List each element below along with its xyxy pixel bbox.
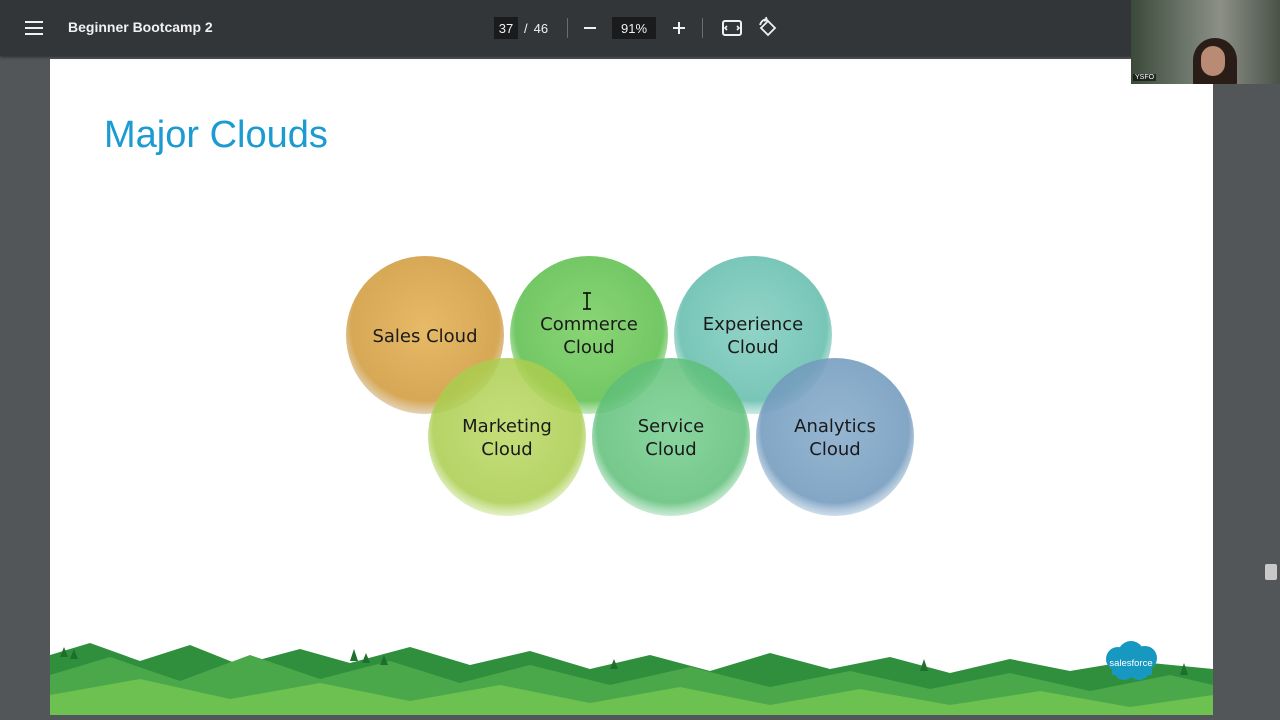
- marketing-cloud-circle: [428, 358, 586, 516]
- page-navigation: / 46: [494, 17, 548, 39]
- service-cloud-circle: [592, 358, 750, 516]
- salesforce-logo-text: salesforce: [1109, 658, 1152, 669]
- text-cursor-icon: [583, 292, 591, 310]
- analytics-cloud-circle: [756, 358, 914, 516]
- menu-icon[interactable]: [22, 16, 46, 40]
- vertical-scrollbar[interactable]: [1262, 84, 1280, 720]
- zoom-out-icon[interactable]: [578, 16, 602, 40]
- commerce-cloud-label-1: Commerce: [540, 314, 638, 335]
- service-cloud-label-2: Cloud: [645, 439, 696, 460]
- page-separator: /: [524, 20, 528, 36]
- pdf-page: Major Clouds Sales Cloud Commerce Cloud …: [50, 59, 1213, 715]
- clouds-venn-diagram: Sales Cloud Commerce Cloud Experience Cl…: [346, 256, 914, 516]
- scrollbar-thumb[interactable]: [1265, 564, 1277, 580]
- service-cloud-label-1: Service: [638, 416, 705, 437]
- zoom-level-input[interactable]: [612, 17, 656, 39]
- participant-name: YSFO: [1133, 74, 1157, 81]
- zoom-in-icon[interactable]: [667, 16, 691, 40]
- analytics-cloud-label-1: Analytics: [794, 416, 876, 437]
- experience-cloud-label-2: Cloud: [727, 337, 778, 358]
- salesforce-logo-icon: salesforce: [1106, 641, 1157, 680]
- sales-cloud-label: Sales Cloud: [372, 326, 477, 347]
- marketing-cloud-label-2: Cloud: [481, 439, 532, 460]
- participant-video: YSFO: [1131, 0, 1280, 84]
- footer-hills-illustration: [50, 643, 1213, 715]
- analytics-cloud-label-2: Cloud: [809, 439, 860, 460]
- toolbar-divider: [567, 18, 568, 38]
- toolbar-divider: [702, 18, 703, 38]
- page-number-input[interactable]: [494, 17, 518, 39]
- pdf-toolbar: Beginner Bootcamp 2 / 46: [0, 0, 1280, 56]
- experience-cloud-label-1: Experience: [703, 314, 803, 335]
- rotate-icon[interactable]: [756, 16, 780, 40]
- total-pages: 46: [533, 20, 549, 36]
- marketing-cloud-label-1: Marketing: [462, 416, 552, 437]
- document-title: Beginner Bootcamp 2: [68, 19, 213, 35]
- fit-to-page-icon[interactable]: [720, 16, 744, 40]
- commerce-cloud-label-2: Cloud: [563, 337, 614, 358]
